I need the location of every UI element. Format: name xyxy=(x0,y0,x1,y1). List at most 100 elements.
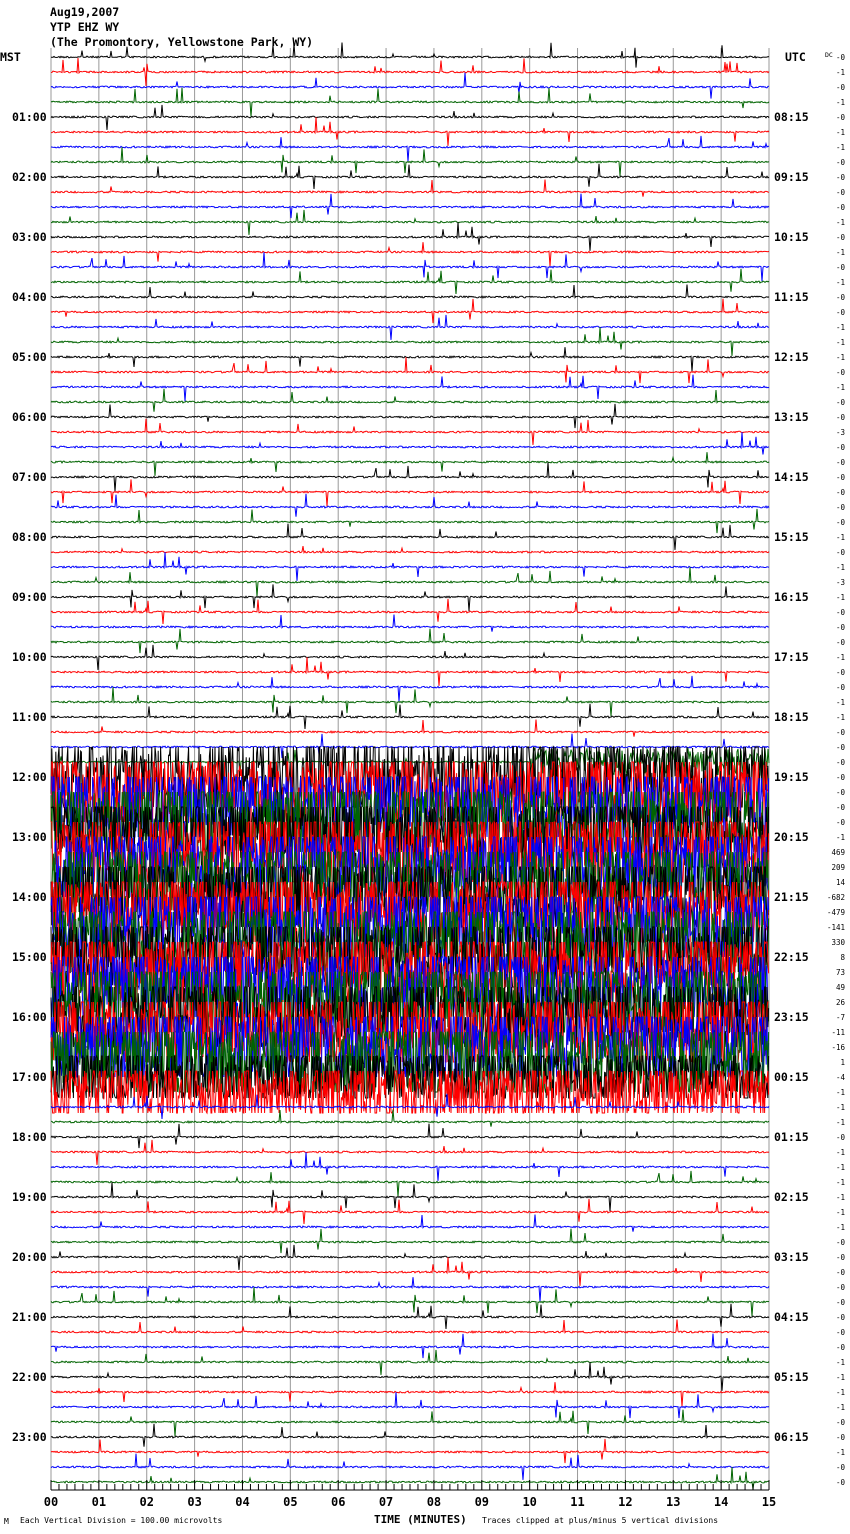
dc-offset-label: -1 xyxy=(836,1193,845,1202)
dc-offset-label: -1 xyxy=(836,383,845,392)
trace-41 xyxy=(50,657,770,686)
utc-hour-label: 15:15 xyxy=(774,530,809,544)
mst-hour-label: 23:00 xyxy=(12,1430,47,1444)
utc-hour-label: 00:15 xyxy=(774,1070,809,1084)
mst-hour-label: 02:00 xyxy=(12,170,47,184)
trace-88 xyxy=(50,1362,770,1391)
dc-offset-label: -16 xyxy=(831,1043,845,1052)
dc-offset-label: -0 xyxy=(836,803,846,812)
x-tick-label: 12 xyxy=(618,1495,632,1509)
trace-38 xyxy=(50,614,770,632)
dc-offset-label: -0 xyxy=(836,773,846,782)
dc-offset-label: -0 xyxy=(836,608,846,617)
dc-offset-label: -1 xyxy=(836,593,845,602)
dc-offset-label: -1 xyxy=(836,1118,845,1127)
dc-offset-label: -0 xyxy=(836,233,846,242)
dc-offset-label: -0 xyxy=(836,788,846,797)
trace-18 xyxy=(50,314,770,340)
x-tick-label: 03 xyxy=(187,1495,201,1509)
utc-hour-label: 23:15 xyxy=(774,1010,809,1024)
dc-offset-label: -0 xyxy=(836,683,846,692)
trace-85 xyxy=(50,1319,770,1334)
utc-hour-label: 19:15 xyxy=(774,770,809,784)
mst-axis-title: MST xyxy=(0,50,21,64)
dc-offset-label: -0 xyxy=(836,398,846,407)
trace-9 xyxy=(50,179,770,197)
dc-offset-label: -1 xyxy=(836,1373,845,1382)
trace-22 xyxy=(51,374,770,402)
dc-offset-label: -1 xyxy=(836,1178,845,1187)
trace-45 xyxy=(50,719,770,737)
dc-offset-label: -1 xyxy=(836,1223,845,1232)
dc-offset-label: -0 xyxy=(836,188,846,197)
dc-offset-label: -0 xyxy=(836,1283,846,1292)
x-tick-label: 09 xyxy=(475,1495,489,1509)
dc-offset-label: -1 xyxy=(836,1103,845,1112)
trace-17 xyxy=(50,298,770,324)
dc-offset-label: 14 xyxy=(836,878,846,887)
dc-offset-label: -141 xyxy=(827,923,845,932)
trace-26 xyxy=(50,432,770,455)
helicorder-chart: Aug19,2007 YTP EHZ WY (The Promontory, Y… xyxy=(0,5,846,1526)
dc-offset-label: -3 xyxy=(836,578,845,587)
utc-hour-label: 18:15 xyxy=(774,710,809,724)
x-tick-label: 04 xyxy=(235,1495,249,1509)
trace-21 xyxy=(50,357,770,384)
mst-hour-label: 04:00 xyxy=(12,290,47,304)
mst-hour-label: 19:00 xyxy=(12,1190,47,1204)
dc-offset-label: 73 xyxy=(836,968,845,977)
utc-hour-label: 03:15 xyxy=(774,1250,809,1264)
dc-offset-label: 209 xyxy=(831,863,845,872)
trace-11 xyxy=(51,209,770,235)
utc-hour-label: 05:15 xyxy=(774,1370,809,1384)
dc-offset-label: -0 xyxy=(836,638,846,647)
dc-offset-label: -11 xyxy=(831,1028,845,1037)
mst-hour-label: 16:00 xyxy=(12,1010,47,1024)
trace-79 xyxy=(50,1228,770,1254)
dc-offset-label: -0 xyxy=(836,413,846,422)
dc-offset-label: -1 xyxy=(836,713,845,722)
utc-hour-label: 14:15 xyxy=(774,470,809,484)
trace-36 xyxy=(50,584,770,612)
mst-hour-label: 22:00 xyxy=(12,1370,47,1384)
dc-offset-label: -1 xyxy=(836,98,845,107)
trace-40 xyxy=(50,644,770,670)
dc-offset-label: -0 xyxy=(836,1343,846,1352)
dc-offset-label: -1 xyxy=(836,218,845,227)
utc-hour-label: 13:15 xyxy=(774,410,809,424)
mst-hour-label: 08:00 xyxy=(12,530,47,544)
dc-offset-label: -4 xyxy=(836,1073,846,1082)
trace-25 xyxy=(50,418,770,445)
trace-43 xyxy=(50,687,770,717)
trace-93 xyxy=(50,1438,770,1464)
dc-offset-label: -1 xyxy=(836,1358,845,1367)
x-tick-label: 01 xyxy=(92,1495,106,1509)
utc-axis-title: UTC xyxy=(785,50,806,64)
mst-hour-label: 11:00 xyxy=(12,710,47,724)
dc-offset-label: -1 xyxy=(836,563,845,572)
dc-offset-label: -1 xyxy=(836,338,845,347)
dc-offset-label: -0 xyxy=(836,83,846,92)
utc-hour-label: 04:15 xyxy=(774,1310,809,1324)
dc-offset-label: -0 xyxy=(836,53,846,62)
trace-33 xyxy=(50,546,770,555)
dc-offset-label: -0 xyxy=(836,1253,846,1262)
corner-mark: M xyxy=(4,1517,9,1526)
dc-offset-label: -1 xyxy=(836,143,845,152)
time-axis: 00 01 02 03 04 05 06 07 08 09 10 11 12 13 14 15 xyxy=(44,1480,776,1509)
trace-30 xyxy=(50,493,770,517)
mst-hour-label: 15:00 xyxy=(12,950,47,964)
trace-6 xyxy=(50,135,770,162)
mst-hour-label: 17:00 xyxy=(12,1070,47,1084)
dc-offset-label: -0 xyxy=(836,368,846,377)
dc-offset-label: -1 xyxy=(836,653,845,662)
dc-offset-label: -0 xyxy=(836,1463,846,1472)
dc-offset-label: 49 xyxy=(836,983,845,992)
trace-94 xyxy=(50,1453,770,1480)
mst-hour-label: 06:00 xyxy=(12,410,47,424)
mst-hour-label: 05:00 xyxy=(12,350,47,364)
dc-offset-label: -1 xyxy=(836,833,845,842)
mst-hour-label: 21:00 xyxy=(12,1310,47,1324)
utc-hour-label: 12:15 xyxy=(774,350,809,364)
date-title: Aug19,2007 xyxy=(50,5,119,19)
